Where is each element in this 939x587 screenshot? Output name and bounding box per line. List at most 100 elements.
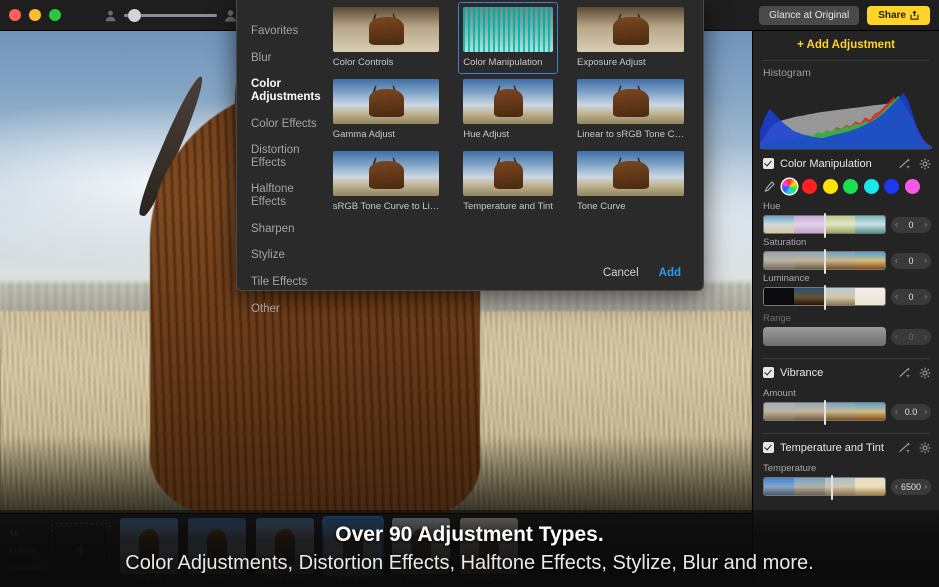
swatch-yellow[interactable] <box>822 179 838 194</box>
dialog-tile[interactable]: sRGB Tone Curve to Li… <box>328 146 444 218</box>
decrement-icon[interactable]: ‹ <box>895 407 898 416</box>
gear-icon[interactable] <box>919 158 931 170</box>
histogram-label: Histogram <box>763 67 811 79</box>
curve-pen-icon[interactable] <box>898 366 913 379</box>
slider-knob[interactable] <box>128 8 141 22</box>
dialog-footer: Cancel Add <box>237 256 703 290</box>
slider-handle[interactable] <box>823 249 826 274</box>
dialog-tile[interactable]: Exposure Adjust <box>572 2 689 74</box>
temperature-slider[interactable] <box>763 475 886 500</box>
control-luminance: Luminance ‹ 0 › <box>753 270 939 310</box>
increment-icon[interactable]: › <box>924 256 927 265</box>
control-label: Hue <box>763 201 781 212</box>
tile-label: Temperature and Tint <box>463 201 553 212</box>
tile-label: Color Controls <box>332 57 394 68</box>
decrement-icon[interactable]: ‹ <box>895 482 898 491</box>
luminance-stepper[interactable]: ‹ 0 › <box>891 288 931 305</box>
temperature-stepper[interactable]: ‹ 6500 › <box>891 478 931 495</box>
tile-label: sRGB Tone Curve to Li… <box>332 201 440 212</box>
toolbar-actions: Glance at Original Share <box>759 5 930 25</box>
amount-slider[interactable] <box>763 400 886 425</box>
section-header-temperature-and-tint[interactable]: Temperature and Tint <box>753 434 939 460</box>
dialog-category-halftone-effects[interactable]: Halftone Effects <box>251 176 328 215</box>
gear-icon[interactable] <box>919 442 931 454</box>
dialog-tile[interactable]: Gamma Adjust <box>328 74 444 146</box>
amount-stepper[interactable]: ‹ 0.0 › <box>891 403 931 420</box>
decrement-icon[interactable]: ‹ <box>895 332 898 341</box>
dialog-tile[interactable]: Tone Curve <box>572 146 689 218</box>
dialog-category-blur[interactable]: Blur <box>251 45 328 72</box>
decrement-icon[interactable]: ‹ <box>895 292 898 301</box>
dialog-category-other[interactable]: Other <box>251 296 328 323</box>
swatch-green[interactable] <box>843 179 858 194</box>
increment-icon[interactable]: › <box>924 292 927 301</box>
control-temperature: Temperature ‹ 6500 › <box>753 460 939 500</box>
swatch-all-colors[interactable] <box>781 179 797 194</box>
section-enable-checkbox[interactable] <box>763 442 774 453</box>
dialog-tile-selected[interactable]: Color Manipulation <box>458 2 558 74</box>
maximize-window-button[interactable] <box>49 9 61 21</box>
add-button[interactable]: Add <box>659 267 681 279</box>
curve-pen-icon[interactable] <box>898 441 913 454</box>
dialog-body: Favorites Blur Color Adjustments Color E… <box>237 0 703 315</box>
section-enable-checkbox[interactable] <box>763 367 774 378</box>
gear-icon[interactable] <box>919 367 931 379</box>
luminance-slider[interactable] <box>763 285 886 310</box>
control-range: Range ‹ 0 › <box>753 306 939 346</box>
cancel-button[interactable]: Cancel <box>603 267 639 279</box>
section-title: Vibrance <box>780 366 824 379</box>
slider-handle[interactable] <box>823 400 826 425</box>
minimize-window-button[interactable] <box>29 9 41 21</box>
curve-pen-icon[interactable] <box>898 157 913 170</box>
swatch-magenta[interactable] <box>904 179 920 194</box>
tile-thumbnail <box>576 151 684 196</box>
decrement-icon[interactable]: ‹ <box>895 220 898 229</box>
control-saturation: Saturation ‹ 0 › <box>753 234 939 274</box>
increment-icon[interactable]: › <box>924 482 927 491</box>
hue-slider[interactable] <box>763 213 886 238</box>
glance-at-original-button[interactable]: Glance at Original <box>759 5 860 25</box>
decrement-icon[interactable]: ‹ <box>895 256 898 265</box>
saturation-slider[interactable] <box>763 249 886 274</box>
increment-icon[interactable]: › <box>924 220 927 229</box>
dialog-category-distortion-effects[interactable]: Distortion Effects <box>251 137 328 176</box>
thumbnail-size-slider[interactable] <box>124 8 217 22</box>
dialog-category-list: Favorites Blur Color Adjustments Color E… <box>237 0 328 315</box>
dialog-category-color-effects[interactable]: Color Effects <box>251 111 328 138</box>
slider-handle[interactable] <box>823 285 826 310</box>
dialog-tile[interactable]: Linear to sRGB Tone C… <box>572 74 689 146</box>
dialog-category-favorites[interactable]: Favorites <box>251 18 328 45</box>
range-stepper[interactable]: ‹ 0 › <box>891 328 931 345</box>
hue-stepper[interactable]: ‹ 0 › <box>891 216 931 233</box>
control-label: Luminance <box>763 273 810 284</box>
share-button-label: Share <box>878 9 906 21</box>
section-enable-checkbox[interactable] <box>763 158 774 169</box>
tile-label: Tone Curve <box>576 201 626 212</box>
dialog-tile[interactable]: Hue Adjust <box>458 74 558 146</box>
tile-thumbnail <box>332 151 440 196</box>
eyedropper-icon[interactable] <box>763 180 776 193</box>
increment-icon[interactable]: › <box>924 332 927 341</box>
tile-thumbnail <box>576 7 684 52</box>
person-small-icon <box>105 10 116 21</box>
section-header-color-manipulation[interactable]: Color Manipulation <box>753 150 939 176</box>
increment-icon[interactable]: › <box>924 407 927 416</box>
dialog-tile[interactable]: Temperature and Tint <box>458 146 558 218</box>
swatch-cyan[interactable] <box>863 179 879 194</box>
dialog-tile[interactable]: Color Controls <box>328 2 444 74</box>
swatch-red[interactable] <box>802 179 817 194</box>
control-label: Range <box>763 313 791 324</box>
slider-handle[interactable] <box>830 475 833 500</box>
saturation-value: 0 <box>908 255 914 266</box>
add-adjustment-button[interactable]: + Add Adjustment <box>753 31 939 60</box>
swatch-blue[interactable] <box>884 179 899 194</box>
slider-handle[interactable] <box>823 213 826 238</box>
dialog-category-sharpen[interactable]: Sharpen <box>251 216 328 243</box>
share-button[interactable]: Share <box>867 5 930 25</box>
range-slider[interactable] <box>763 327 886 346</box>
dialog-category-color-adjustments[interactable]: Color Adjustments <box>251 71 328 110</box>
saturation-stepper[interactable]: ‹ 0 › <box>891 252 931 269</box>
photo-editor-window: Glance at Original Share Favorites Blur … <box>0 0 939 587</box>
section-header-vibrance[interactable]: Vibrance <box>753 359 939 385</box>
close-window-button[interactable] <box>9 9 21 21</box>
